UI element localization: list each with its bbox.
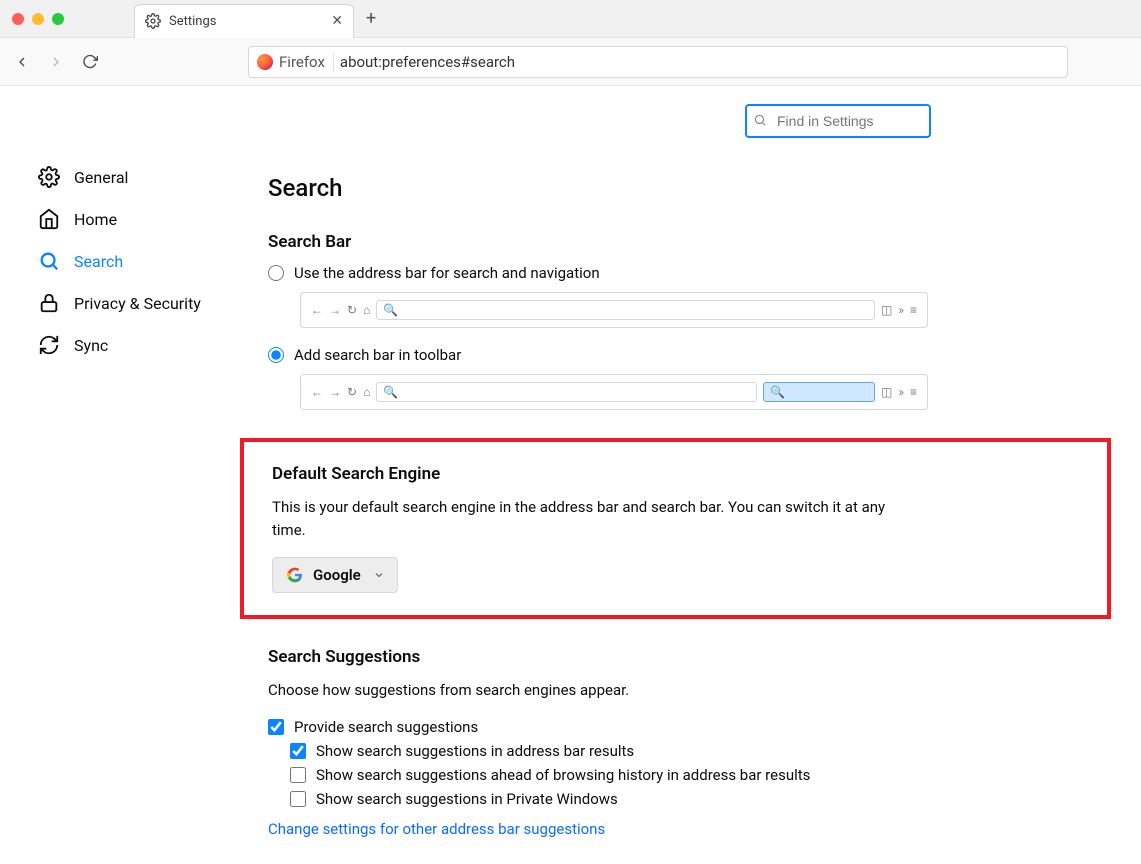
- find-in-settings: [745, 104, 931, 138]
- url-text: about:preferences#search: [340, 53, 515, 71]
- checkbox-ahead-of-history[interactable]: Show search suggestions ahead of browsin…: [290, 766, 948, 784]
- checkbox-input[interactable]: [268, 719, 284, 735]
- home-icon: ⌂: [363, 303, 370, 317]
- menu-icon: ≡: [910, 385, 917, 399]
- selected-engine-label: Google: [313, 566, 361, 584]
- search-icon: [38, 250, 60, 272]
- maximize-window-button[interactable]: [52, 13, 64, 25]
- home-icon: [38, 208, 60, 230]
- firefox-icon: [257, 54, 273, 70]
- reload-icon: ↻: [347, 385, 357, 399]
- gear-icon: [38, 166, 60, 188]
- find-in-settings-input[interactable]: [745, 104, 931, 138]
- address-bar[interactable]: Firefox about:preferences#search: [248, 46, 1068, 78]
- checkbox-show-in-address-bar[interactable]: Show search suggestions in address bar r…: [290, 742, 948, 760]
- section-heading: Search Suggestions: [268, 647, 948, 667]
- sidebar-item-label: Privacy & Security: [74, 294, 201, 313]
- checkbox-provide-suggestions[interactable]: Provide search suggestions: [268, 718, 948, 736]
- search-icon: 🔍: [383, 385, 398, 399]
- section-description: This is your default search engine in th…: [272, 496, 912, 541]
- forward-icon: →: [329, 303, 341, 317]
- identity-firefox: Firefox: [257, 53, 334, 71]
- section-description: Choose how suggestions from search engin…: [268, 679, 908, 702]
- mock-toolbar-unified: ← → ↻ ⌂ 🔍 ◫ » ≡: [300, 292, 928, 328]
- sidebar-item-label: Home: [74, 210, 117, 229]
- search-icon: 🔍: [770, 385, 785, 399]
- link-change-address-bar-settings[interactable]: Change settings for other address bar su…: [268, 820, 605, 838]
- checkbox-private-windows[interactable]: Show search suggestions in Private Windo…: [290, 790, 948, 808]
- nav-toolbar: Firefox about:preferences#search: [0, 38, 1141, 86]
- browser-tab-settings[interactable]: Settings ✕: [134, 4, 354, 38]
- new-tab-button[interactable]: +: [366, 8, 376, 29]
- search-icon: [753, 113, 767, 127]
- overflow-icon: »: [898, 385, 904, 399]
- sidebar-item-label: General: [74, 168, 128, 187]
- page-title: Search: [268, 174, 1111, 202]
- forward-icon: →: [329, 385, 341, 399]
- reload-button[interactable]: [82, 54, 98, 70]
- sidebar-item-label: Sync: [74, 336, 108, 355]
- default-engine-select[interactable]: Google: [272, 557, 398, 593]
- close-tab-icon[interactable]: ✕: [331, 13, 343, 29]
- radio-input[interactable]: [268, 347, 284, 363]
- mock-toolbar-separate: ← → ↻ ⌂ 🔍 🔍 ◫ » ≡: [300, 374, 928, 410]
- section-heading: Default Search Engine: [272, 464, 1085, 484]
- search-icon: 🔍: [383, 303, 398, 317]
- sidebar-icon: ◫: [881, 303, 892, 317]
- sync-icon: [38, 334, 60, 356]
- menu-icon: ≡: [910, 303, 917, 317]
- sidebar-item-search[interactable]: Search: [38, 240, 230, 282]
- radio-add-search-bar[interactable]: Add search bar in toolbar: [268, 346, 948, 364]
- checkbox-input[interactable]: [290, 767, 306, 783]
- traffic-lights: [12, 13, 64, 25]
- close-window-button[interactable]: [12, 13, 24, 25]
- back-icon: ←: [311, 303, 323, 317]
- sidebar-item-label: Search: [74, 252, 123, 271]
- section-search-bar: Search Bar Use the address bar for searc…: [268, 232, 948, 410]
- overflow-icon: »: [898, 303, 904, 317]
- home-icon: ⌂: [363, 385, 370, 399]
- checkbox-label: Show search suggestions ahead of browsin…: [316, 766, 810, 784]
- mock-search-bar: 🔍: [763, 382, 875, 402]
- radio-input[interactable]: [268, 265, 284, 281]
- section-heading: Search Bar: [268, 232, 948, 252]
- back-button[interactable]: [14, 54, 30, 70]
- preferences-main: Search Search Bar Use the address bar fo…: [230, 86, 1141, 864]
- mock-address-bar: 🔍: [376, 382, 757, 402]
- sidebar-icon: ◫: [881, 385, 892, 399]
- identity-label: Firefox: [279, 53, 325, 71]
- reload-icon: ↻: [347, 303, 357, 317]
- sidebar-item-home[interactable]: Home: [38, 198, 230, 240]
- radio-label: Use the address bar for search and navig…: [294, 264, 600, 282]
- back-icon: ←: [311, 385, 323, 399]
- sidebar-item-general[interactable]: General: [38, 156, 230, 198]
- window-titlebar: Settings ✕ +: [0, 0, 1141, 38]
- gear-icon: [145, 13, 161, 29]
- chevron-down-icon: [373, 569, 385, 581]
- google-icon: [287, 567, 303, 583]
- checkbox-label: Provide search suggestions: [294, 718, 478, 736]
- sidebar-item-privacy[interactable]: Privacy & Security: [38, 282, 230, 324]
- checkbox-input[interactable]: [290, 743, 306, 759]
- checkbox-label: Show search suggestions in Private Windo…: [316, 790, 618, 808]
- tab-title: Settings: [169, 14, 323, 29]
- checkbox-label: Show search suggestions in address bar r…: [316, 742, 634, 760]
- checkbox-input[interactable]: [290, 791, 306, 807]
- preferences-sidebar: General Home Search Privacy & Security S…: [0, 86, 230, 864]
- forward-button[interactable]: [48, 54, 64, 70]
- radio-label: Add search bar in toolbar: [294, 346, 461, 364]
- section-default-search-engine-highlight: Default Search Engine This is your defau…: [240, 438, 1111, 619]
- section-search-suggestions: Search Suggestions Choose how suggestion…: [268, 647, 948, 838]
- lock-icon: [38, 292, 60, 314]
- sidebar-item-sync[interactable]: Sync: [38, 324, 230, 366]
- minimize-window-button[interactable]: [32, 13, 44, 25]
- radio-use-address-bar[interactable]: Use the address bar for search and navig…: [268, 264, 948, 282]
- mock-address-bar: 🔍: [376, 300, 875, 320]
